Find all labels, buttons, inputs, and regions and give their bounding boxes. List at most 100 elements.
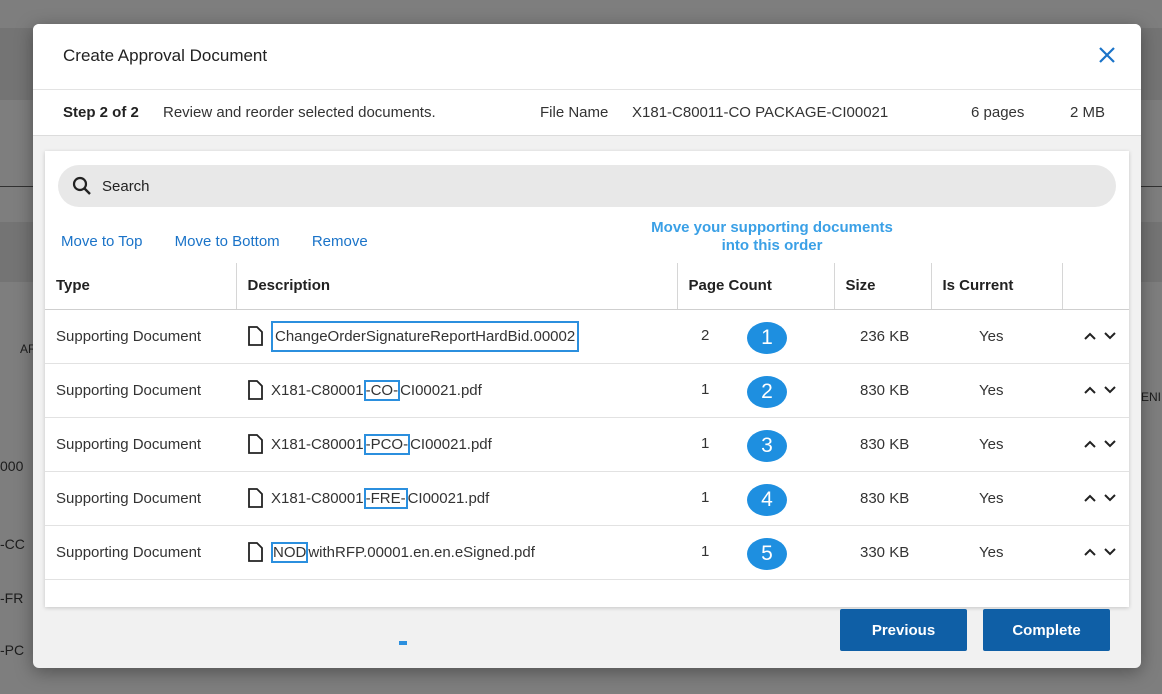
cell-type: Supporting Document [45, 525, 236, 580]
column-header-page-count[interactable]: Page Count [677, 263, 835, 310]
cell-reorder [1062, 417, 1129, 472]
order-badge: 1 [747, 321, 787, 354]
cell-type: Supporting Document [45, 309, 236, 364]
file-name-label: File Name [540, 104, 609, 121]
cell-description: X181-C80001 -CO- CI00021.pdf [236, 363, 677, 418]
search-bar[interactable] [58, 165, 1116, 207]
page-count-value: 1 [701, 380, 710, 398]
order-badge: 2 [747, 375, 787, 408]
page-count-value: 1 [701, 434, 710, 452]
cell-reorder [1062, 309, 1129, 364]
action-links: Move to Top Move to Bottom Remove [61, 233, 396, 250]
column-header-size[interactable]: Size [834, 263, 932, 310]
chevron-up-icon[interactable] [1083, 493, 1097, 503]
step-info-bar: Step 2 of 2 Review and reorder selected … [33, 90, 1141, 136]
table-row[interactable]: Supporting Document X181-C80001 -PCO- CI00… [45, 417, 1129, 472]
cell-description: X181-C80001 -PCO- CI00021.pdf [236, 417, 677, 472]
hint-line-1: Move your supporting documents [651, 219, 893, 236]
create-approval-document-dialog: Create Approval Document Step 2 of 2 Rev… [33, 24, 1141, 668]
description-suffix: CI00021.pdf [400, 381, 482, 399]
chevron-up-icon[interactable] [1083, 385, 1097, 395]
cell-is-current: Yes [931, 417, 1062, 472]
step-label: Step 2 of 2 [63, 104, 139, 121]
size-total: 2 MB [1070, 104, 1106, 121]
cell-description: X181-C80001 -FRE- CI00021.pdf [236, 471, 677, 526]
cell-page-count: 1 3 [677, 417, 834, 472]
cell-is-current: Yes [931, 363, 1062, 418]
table-header-row: Type Description Page Count Size Is Curr… [45, 263, 1129, 310]
close-button[interactable] [1093, 41, 1121, 69]
chevron-up-icon[interactable] [1083, 439, 1097, 449]
chevron-up-icon[interactable] [1083, 547, 1097, 557]
cell-size: 830 KB [834, 363, 931, 418]
table-row[interactable]: Supporting Document NOD withRFP.00001.en.… [45, 525, 1129, 580]
page-count-value: 1 [701, 542, 710, 560]
reorder-hint: Move your supporting documents into this… [607, 219, 937, 255]
search-icon [72, 176, 91, 195]
chevron-up-icon[interactable] [1083, 331, 1097, 341]
description-highlight: NOD [271, 541, 309, 563]
column-header-order [1062, 263, 1129, 310]
cell-page-count: 1 2 [677, 363, 834, 418]
cell-reorder [1062, 471, 1129, 526]
description-highlight: -PCO- [363, 433, 411, 455]
table-row[interactable]: Supporting Document X181-C80001 -FRE- CI00… [45, 471, 1129, 526]
description-suffix: withRFP.00001.en.en.eSigned.pdf [308, 543, 535, 561]
cell-is-current: Yes [931, 309, 1062, 364]
search-input[interactable] [102, 177, 1002, 195]
dialog-title: Create Approval Document [63, 46, 268, 65]
cell-type: Supporting Document [45, 417, 236, 472]
chevron-down-icon[interactable] [1103, 493, 1117, 503]
document-icon [248, 542, 263, 562]
column-header-type[interactable]: Type [45, 263, 237, 310]
column-header-is-current[interactable]: Is Current [931, 263, 1063, 310]
cell-page-count: 1 5 [677, 525, 834, 580]
close-icon [1099, 47, 1115, 63]
page-total: 6 pages [971, 104, 1025, 121]
previous-button[interactable]: Previous [840, 609, 967, 651]
document-icon [248, 380, 263, 400]
description-prefix: X181-C80001 [271, 435, 364, 453]
step-description: Review and reorder selected documents. [163, 104, 436, 121]
table-row[interactable]: Supporting Document ChangeOrderSignature… [45, 309, 1129, 364]
dialog-header: Create Approval Document [33, 24, 1141, 90]
page-count-value: 2 [701, 326, 710, 344]
document-icon [248, 488, 263, 508]
move-to-bottom-link[interactable]: Move to Bottom [175, 233, 280, 250]
cell-is-current: Yes [931, 471, 1062, 526]
documents-table: Type Description Page Count Size Is Curr… [45, 263, 1129, 580]
remove-link[interactable]: Remove [312, 233, 368, 250]
page-count-value: 1 [701, 488, 710, 506]
hint-line-2: into this order [721, 237, 823, 254]
table-row[interactable]: Supporting Document X181-C80001 -CO- CI000… [45, 363, 1129, 418]
cell-is-current: Yes [931, 525, 1062, 580]
cell-size: 830 KB [834, 471, 931, 526]
description-suffix: CI00021.pdf [410, 435, 492, 453]
cell-size: 830 KB [834, 417, 931, 472]
chevron-down-icon[interactable] [1103, 385, 1117, 395]
cell-size: 330 KB [834, 525, 931, 580]
chevron-down-icon[interactable] [1103, 331, 1117, 341]
description-prefix: X181-C80001 [271, 381, 364, 399]
order-badge: 5 [747, 537, 787, 570]
cell-page-count: 1 4 [677, 471, 834, 526]
chevron-down-icon[interactable] [1103, 547, 1117, 557]
description-highlight: ChangeOrderSignatureReportHardBid.00002 [271, 320, 580, 352]
complete-button[interactable]: Complete [983, 609, 1110, 651]
cell-type: Supporting Document [45, 363, 236, 418]
cell-description: NOD withRFP.00001.en.en.eSigned.pdf [236, 525, 677, 580]
cell-size: 236 KB [834, 309, 931, 364]
column-header-description[interactable]: Description [236, 263, 678, 310]
documents-panel: Move to Top Move to Bottom Remove Move y… [45, 151, 1129, 607]
order-badge: 4 [747, 483, 787, 516]
cell-reorder [1062, 363, 1129, 418]
file-name-value: X181-C80011-CO PACKAGE-CI00021 [632, 104, 889, 121]
description-suffix: CI00021.pdf [407, 489, 490, 507]
description-highlight: -CO- [363, 379, 401, 401]
cell-reorder [1062, 525, 1129, 580]
document-icon [248, 434, 263, 454]
chevron-down-icon[interactable] [1103, 439, 1117, 449]
move-to-top-link[interactable]: Move to Top [61, 233, 142, 250]
cell-page-count: 2 1 [677, 309, 834, 364]
cell-description: ChangeOrderSignatureReportHardBid.00002 [236, 309, 677, 364]
